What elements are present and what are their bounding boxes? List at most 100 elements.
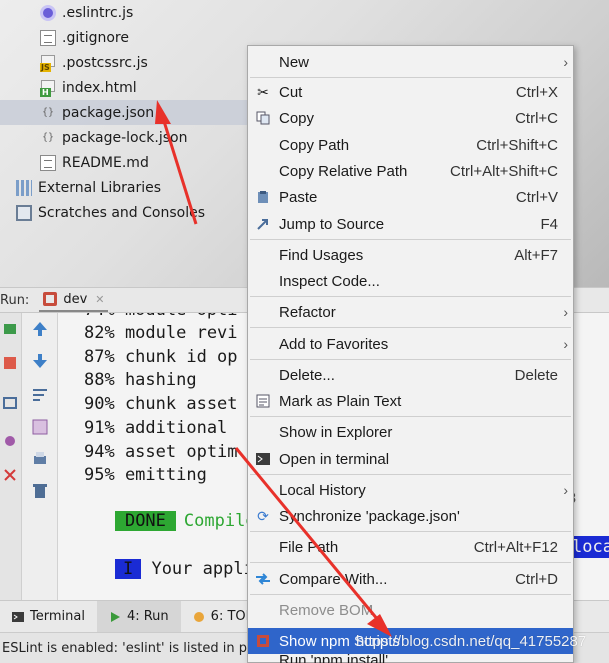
menu-separator	[250, 416, 571, 417]
close-icon[interactable]	[2, 467, 18, 483]
tab-label: 4: Run	[126, 609, 169, 624]
pin-icon[interactable]	[2, 433, 18, 449]
console-line: 88% hashing	[84, 370, 197, 390]
menu-separator	[250, 77, 571, 78]
console-line: 74% module opti	[84, 313, 238, 321]
scroll-to-end-icon[interactable]	[30, 417, 50, 437]
menu-item-compare-with[interactable]: Compare With... Ctrl+D	[248, 566, 573, 592]
menu-item-open-in-terminal[interactable]: Open in terminal	[248, 446, 573, 472]
text-file-icon	[40, 154, 56, 171]
tree-item-scratches[interactable]: Scratches and Consoles	[16, 200, 256, 225]
tree-item-postcssrc[interactable]: .postcssrc.js	[40, 50, 260, 75]
layout-icon[interactable]	[2, 395, 18, 411]
menu-item-copy-relative-path[interactable]: Copy Relative Path Ctrl+Alt+Shift+C	[248, 158, 573, 184]
menu-item-run-npm-install[interactable]: Run 'npm install'	[248, 654, 573, 663]
console-info-line: I Your applica	[74, 536, 274, 600]
run-label: Run:	[0, 292, 30, 308]
menu-item-delete[interactable]: Delete... Delete	[248, 362, 573, 388]
menu-item-jump-to-source[interactable]: Jump to Source F4	[248, 211, 573, 237]
sync-icon: ⟳	[257, 507, 269, 524]
console-line: 94% asset optim	[84, 442, 238, 462]
chevron-right-icon: ›	[563, 54, 568, 70]
chevron-right-icon: ›	[563, 482, 568, 498]
print-icon[interactable]	[30, 449, 50, 469]
tree-item-external-libraries[interactable]: External Libraries	[16, 175, 256, 200]
menu-separator	[250, 359, 571, 360]
context-menu: New › ✂ Cut Ctrl+X Copy Ctrl+C Copy Path…	[247, 45, 574, 663]
npm-icon	[43, 292, 58, 306]
menu-item-copy-path[interactable]: Copy Path Ctrl+Shift+C	[248, 132, 573, 158]
arrow-up-icon[interactable]	[30, 319, 50, 339]
menu-item-local-history[interactable]: Local History ›	[248, 477, 573, 503]
tree-item-eslintrc[interactable]: .eslintrc.js	[40, 0, 260, 25]
menu-separator	[250, 239, 571, 240]
menu-separator	[250, 562, 571, 563]
menu-item-cut[interactable]: ✂ Cut Ctrl+X	[248, 79, 573, 105]
close-icon[interactable]: ✕	[95, 293, 104, 306]
scratches-icon	[16, 204, 32, 221]
console-line: 95% emitting	[84, 465, 207, 485]
console-line: 90% chunk asset	[84, 394, 238, 414]
tree-item-label: .gitignore	[62, 29, 129, 46]
menu-item-label: Compare With...	[279, 570, 388, 588]
tab-run[interactable]: 4: Run	[96, 601, 181, 632]
text-file-icon	[40, 29, 56, 46]
menu-item-label: Find Usages	[279, 246, 364, 264]
tree-item-label: Scratches and Consoles	[38, 204, 205, 221]
menu-item-shortcut: Ctrl+Alt+Shift+C	[450, 162, 558, 180]
tree-item-label: .eslintrc.js	[62, 4, 134, 21]
menu-separator	[250, 594, 571, 595]
json-file-icon: {}	[41, 106, 55, 118]
menu-item-shortcut: Ctrl+D	[515, 570, 558, 588]
tree-item-label: package.json	[62, 104, 155, 121]
menu-item-label: Mark as Plain Text	[279, 392, 402, 410]
menu-separator	[250, 296, 571, 297]
soft-wrap-icon[interactable]	[30, 385, 50, 405]
console-link-text[interactable]: loca	[570, 536, 609, 558]
menu-item-copy[interactable]: Copy Ctrl+C	[248, 105, 573, 131]
menu-item-inspect-code[interactable]: Inspect Code...	[248, 268, 573, 294]
menu-item-mark-plain-text[interactable]: Mark as Plain Text	[248, 388, 573, 414]
json-file-icon: {}	[41, 131, 55, 143]
copy-icon	[254, 109, 272, 127]
stop-icon[interactable]	[2, 355, 18, 371]
menu-item-label: New	[279, 53, 310, 71]
menu-item-find-usages[interactable]: Find Usages Alt+F7	[248, 242, 573, 268]
tree-item-gitignore[interactable]: .gitignore	[40, 25, 260, 50]
chevron-right-icon: ›	[563, 336, 568, 352]
tab-label: Terminal	[30, 609, 85, 624]
menu-item-file-path[interactable]: File Path Ctrl+Alt+F12	[248, 534, 573, 560]
tree-item-package-lock[interactable]: {} package-lock.json	[40, 125, 260, 150]
menu-item-shortcut: Alt+F7	[514, 246, 558, 264]
menu-item-label: Inspect Code...	[279, 272, 380, 290]
tree-item-readme[interactable]: README.md	[40, 150, 260, 175]
npm-icon	[254, 632, 272, 650]
menu-item-label: Copy	[279, 109, 315, 127]
tab-terminal[interactable]: Terminal	[0, 601, 97, 632]
menu-item-new[interactable]: New ›	[248, 49, 573, 75]
menu-item-shortcut: Ctrl+Shift+C	[476, 136, 558, 154]
menu-item-shortcut: Delete	[514, 366, 558, 384]
menu-item-shortcut: Ctrl+V	[515, 188, 558, 206]
menu-item-paste[interactable]: Paste Ctrl+V	[248, 184, 573, 210]
todo-icon	[193, 611, 204, 622]
js-file-icon	[40, 54, 56, 72]
menu-item-show-in-explorer[interactable]: Show in Explorer	[248, 419, 573, 445]
menu-item-add-to-favorites[interactable]: Add to Favorites ›	[248, 331, 573, 357]
trash-icon[interactable]	[30, 481, 50, 501]
info-badge: I	[114, 559, 142, 579]
terminal-icon	[254, 450, 272, 468]
menu-item-label: Cut	[279, 83, 303, 101]
menu-item-label: Remove BOM	[279, 601, 374, 619]
jump-source-icon	[254, 215, 272, 233]
arrow-down-icon[interactable]	[30, 351, 50, 371]
menu-item-synchronize[interactable]: ⟳ Synchronize 'package.json'	[248, 503, 573, 529]
tree-item-package-json[interactable]: {} package.json	[0, 100, 250, 125]
menu-item-refactor[interactable]: Refactor ›	[248, 299, 573, 325]
menu-item-label: File Path	[279, 538, 339, 556]
run-tab-dev[interactable]: dev ✕	[39, 288, 109, 312]
menu-item-label: Paste	[279, 188, 318, 206]
menu-item-remove-bom: Remove BOM	[248, 597, 573, 623]
rerun-icon[interactable]	[2, 321, 18, 337]
tree-item-index-html[interactable]: index.html	[40, 75, 260, 100]
